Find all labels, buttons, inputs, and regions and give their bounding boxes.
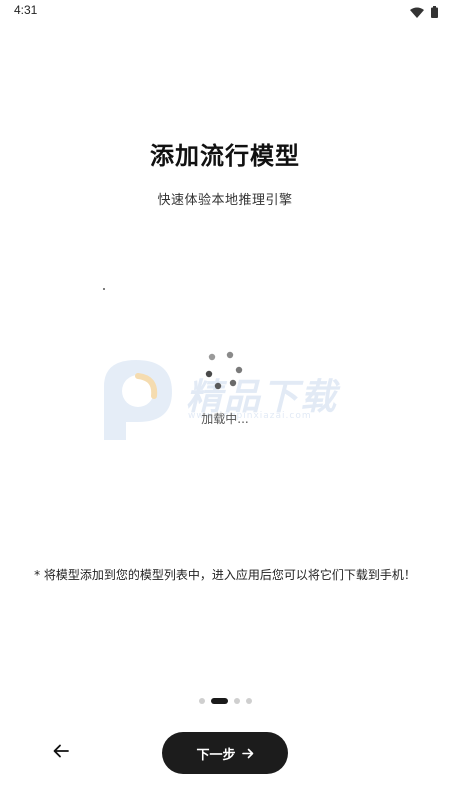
status-icons bbox=[410, 3, 438, 22]
loading-text: 加载中... bbox=[201, 412, 249, 426]
next-button[interactable]: 下一步 bbox=[162, 732, 288, 774]
page-title: 添加流行模型 bbox=[150, 142, 300, 170]
loading-spinner-icon bbox=[200, 348, 250, 392]
arrow-right-icon bbox=[241, 744, 254, 763]
page-indicator bbox=[0, 698, 450, 704]
stray-dot bbox=[103, 288, 105, 290]
onboarding-screen: 4:31 添加流行模型 快速体验本地推理引擎 精品下载 www.jingpinx… bbox=[0, 0, 450, 800]
page-subtitle: 快速体验本地推理引擎 bbox=[157, 193, 293, 208]
page-dot bbox=[233, 698, 240, 704]
page-dot bbox=[245, 698, 252, 704]
battery-icon bbox=[431, 3, 438, 22]
back-button[interactable] bbox=[46, 737, 76, 767]
model-note: * 将模型添加到您的模型列表中，进入应用后您可以将它们下载到手机！ bbox=[34, 568, 416, 582]
page-dot bbox=[198, 698, 205, 704]
watermark-p-icon bbox=[104, 360, 172, 440]
status-time: 4:31 bbox=[14, 3, 38, 17]
page-dot-active bbox=[210, 698, 228, 704]
next-button-label: 下一步 bbox=[196, 747, 236, 763]
status-bar: 4:31 bbox=[0, 0, 450, 24]
wifi-icon bbox=[410, 3, 424, 22]
arrow-left-icon bbox=[53, 743, 69, 762]
